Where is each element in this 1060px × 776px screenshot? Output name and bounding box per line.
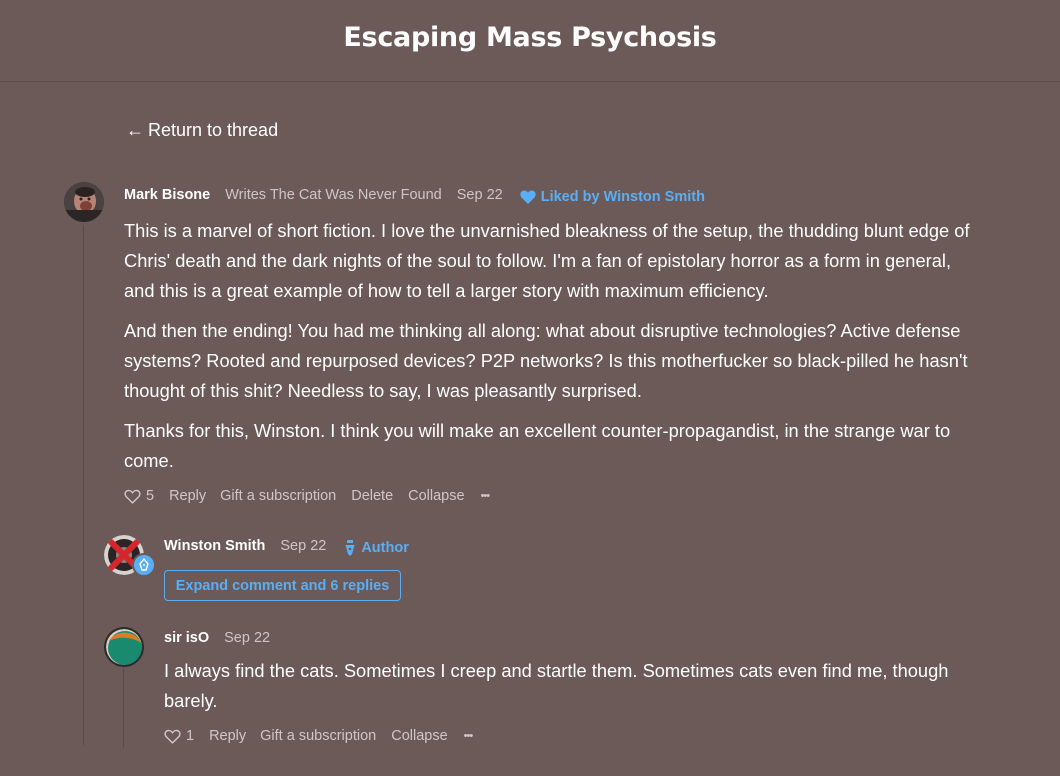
- comment-actions-siriso: 1 Reply Gift a subscription Collapse •••: [164, 726, 474, 746]
- avatar-winston-smith[interactable]: [104, 535, 156, 577]
- more-dots-icon[interactable]: •••: [481, 490, 491, 502]
- heart-filled-icon: [520, 190, 536, 204]
- comment-paragraph: Thanks for this, Winston. I think you wi…: [124, 420, 951, 471]
- author-badge-label: Author: [361, 540, 409, 556]
- author-byline[interactable]: Writes The Cat Was Never Found: [225, 187, 442, 203]
- delete-button[interactable]: Delete: [351, 488, 393, 504]
- comment-date[interactable]: Sep 22: [280, 538, 326, 554]
- heart-outline-icon: [164, 729, 181, 744]
- comment-body-mark: This is a marvel of short fiction. I lov…: [124, 216, 984, 486]
- return-to-thread-link[interactable]: ← Return to thread: [126, 120, 278, 141]
- liked-by-label: Liked by Winston Smith: [540, 189, 705, 205]
- avatar-sir-iso[interactable]: [104, 627, 144, 667]
- avatar-mark-bisone[interactable]: [64, 182, 104, 222]
- gift-subscription-button[interactable]: Gift a subscription: [220, 488, 336, 504]
- comment-paragraph: I always find the cats. Sometimes I cree…: [164, 660, 949, 711]
- author-name[interactable]: sir isO: [164, 630, 209, 646]
- comment-body-siriso: I always find the cats. Sometimes I cree…: [164, 656, 984, 726]
- like-button[interactable]: 5: [124, 488, 154, 504]
- collapse-button[interactable]: Collapse: [391, 728, 447, 744]
- comment-paragraph: And then the ending! You had me thinking…: [124, 320, 968, 401]
- author-badge-icon: [132, 553, 156, 577]
- heart-outline-icon: [124, 489, 141, 504]
- page-title: Escaping Mass Psychosis: [343, 22, 717, 53]
- thread-line-reply[interactable]: [123, 668, 124, 748]
- like-count: 5: [146, 488, 155, 504]
- reply-button[interactable]: Reply: [169, 488, 206, 504]
- reply-button[interactable]: Reply: [209, 728, 246, 744]
- comment-meta-siriso: sir isO Sep 22: [164, 628, 270, 648]
- like-button[interactable]: 1: [164, 728, 194, 744]
- author-name[interactable]: Winston Smith: [164, 538, 265, 554]
- arrow-left-icon: ←: [126, 120, 144, 140]
- collapse-button[interactable]: Collapse: [408, 488, 464, 504]
- return-to-thread-label: Return to thread: [148, 120, 279, 140]
- author-badge: Author: [344, 540, 409, 556]
- pen-nib-icon: [345, 540, 355, 556]
- comment-meta-winston: Winston Smith Sep 22 Author: [164, 536, 409, 556]
- comment-paragraph: This is a marvel of short fiction. I lov…: [124, 220, 970, 301]
- more-dots-icon[interactable]: •••: [464, 730, 474, 742]
- like-count: 1: [186, 728, 195, 744]
- comment-actions-mark: 5 Reply Gift a subscription Delete Colla…: [124, 486, 491, 506]
- pen-nib-icon: [139, 558, 149, 571]
- comment-date[interactable]: Sep 22: [224, 630, 270, 646]
- comment-meta-mark: Mark Bisone Writes The Cat Was Never Fou…: [124, 185, 705, 205]
- gift-subscription-button[interactable]: Gift a subscription: [260, 728, 376, 744]
- author-name[interactable]: Mark Bisone: [124, 187, 210, 203]
- page-header: Escaping Mass Psychosis: [0, 0, 1060, 82]
- comment-date[interactable]: Sep 22: [457, 187, 503, 203]
- liked-by-badge: Liked by Winston Smith: [520, 189, 705, 205]
- thread-line-main[interactable]: [83, 225, 84, 745]
- expand-comment-button[interactable]: Expand comment and 6 replies: [164, 570, 401, 601]
